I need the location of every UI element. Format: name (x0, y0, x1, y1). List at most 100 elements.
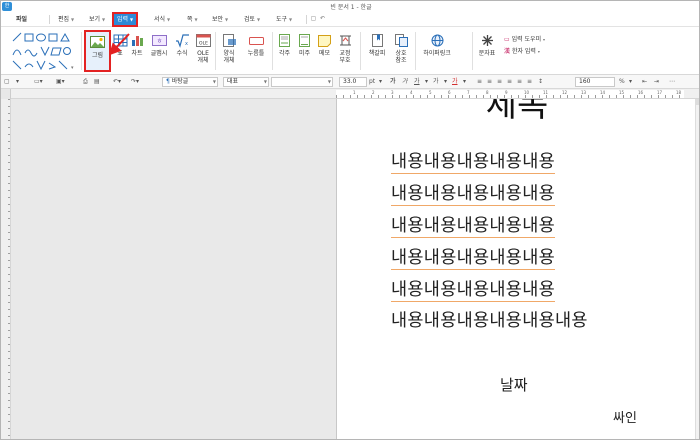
insert-table-button[interactable]: 표 (112, 30, 128, 72)
ruler-number: 9 (505, 90, 508, 95)
triangle-shape-icon (60, 32, 70, 42)
field-icon (248, 33, 264, 48)
align-right-icon[interactable]: ≡ (497, 77, 502, 87)
underline-button[interactable]: 가 (414, 77, 420, 87)
line-spacing-stepper-icon[interactable]: ▾ (629, 77, 632, 87)
ruler-number: 7 (467, 90, 470, 95)
menu-page[interactable]: 쪽 ▼ (187, 14, 198, 25)
save-icon[interactable]: ▣▾ (56, 77, 65, 87)
align-center-icon[interactable]: ≡ (487, 77, 492, 87)
underline-dropdown-icon[interactable]: ▾ (425, 77, 428, 87)
bold-button[interactable]: 가 (390, 77, 396, 87)
chevron-down-icon: ▼ (327, 79, 331, 84)
ruler-page-area[interactable] (336, 90, 684, 98)
size-stepper-icon[interactable]: ▾ (379, 77, 382, 87)
document-line[interactable]: 내용내용내용내용내용 (391, 183, 555, 206)
new-doc-icon[interactable]: ▢ (310, 15, 317, 22)
menu-insert[interactable]: 입력 ▼ (111, 12, 139, 27)
vertical-ruler[interactable] (1, 99, 11, 439)
vertical-scrollbar[interactable] (695, 99, 699, 439)
insert-bookmark-button[interactable]: 책갈피 (365, 30, 389, 72)
align-divide-icon[interactable]: ≡ (527, 77, 532, 87)
new-dropdown-icon[interactable]: ▾ (16, 77, 19, 87)
horizontal-ruler[interactable]: 1 2 3 4 5 6 7 8 9 10 11 12 13 14 15 16 17 18 (1, 89, 699, 99)
scroll-up-arrow-icon[interactable] (695, 99, 699, 105)
document-page[interactable]: 제목 내용내용내용내용내용 내용내용내용내용내용 내용내용내용내용내용 내용내용… (336, 99, 696, 439)
insert-picture-button[interactable]: 그림 (84, 30, 111, 72)
insert-character-table-button[interactable]: 문자표 (475, 30, 499, 72)
insert-chart-button[interactable]: 차트 (128, 30, 146, 72)
document-line[interactable]: 내용내용내용내용내용 (391, 279, 555, 302)
document-signature[interactable]: 싸인 (613, 407, 637, 426)
table-icon (113, 33, 128, 48)
hanja-input-button[interactable]: 漢 한자 입력 ▾ (504, 47, 540, 56)
document-title[interactable]: 제목 (337, 99, 695, 125)
menu-format[interactable]: 서식 ▼ (154, 14, 170, 25)
font-color-dropdown-icon[interactable]: ▾ (463, 77, 466, 87)
menu-edit[interactable]: 편집 ▼ (58, 14, 74, 25)
italic-button[interactable]: 가 (402, 77, 408, 87)
insert-wordart-button[interactable]: ㅎ 글맵시 (147, 30, 171, 72)
font-select[interactable]: 대표 ▼ (223, 77, 269, 87)
align-distribute-icon[interactable]: ≡ (517, 77, 522, 87)
insert-footnote-button[interactable]: 각주 (275, 30, 294, 72)
undo-icon[interactable]: ↶ (319, 15, 326, 22)
document-line[interactable]: 내용내용내용내용내용 (391, 151, 555, 174)
indent-increase-icon[interactable]: ⇥ (654, 77, 659, 87)
document-line[interactable]: 내용내용내용내용내용내용 (391, 310, 588, 332)
line-spacing-icon[interactable]: ↕ (538, 77, 543, 87)
shapes-gallery[interactable]: ▾ (11, 31, 77, 71)
line-spacing-input[interactable]: 160 (575, 77, 615, 87)
size-unit-label[interactable]: pt (369, 77, 375, 87)
input-helper-button[interactable]: ▭ 입력 도우미 ▾ (504, 35, 545, 44)
insert-form-button[interactable]: 양식 개체 (219, 30, 239, 72)
rectangle-shape-icon (24, 33, 34, 42)
document-date[interactable]: 날짜 (500, 374, 528, 395)
strike-dropdown-icon[interactable]: ▾ (444, 77, 447, 87)
insert-crossref-button[interactable]: 상호 참조 (391, 30, 411, 72)
menu-review[interactable]: 검토 ▼ (244, 14, 260, 25)
undo-icon[interactable]: ↶▾ (113, 77, 121, 87)
input-helper-icon: ▭ (504, 36, 510, 43)
insert-correction-button[interactable]: 교정 부호 (335, 30, 355, 72)
paragraph-settings-icon[interactable]: ⋯ (669, 77, 675, 87)
insert-field-button[interactable]: 누름틀 (243, 30, 269, 72)
endnote-icon (297, 33, 312, 48)
bookmark-icon (370, 33, 385, 48)
ruler-number: 13 (581, 90, 587, 95)
ruler-number: 1 (353, 90, 356, 95)
insert-memo-button[interactable]: 메모 (315, 30, 334, 72)
insert-ole-button[interactable]: OLE OLE 개체 (194, 30, 212, 72)
print-icon[interactable]: ⎙ (83, 77, 88, 87)
insert-hyperlink-button[interactable]: 하이퍼링크 (419, 30, 455, 72)
document-workspace[interactable]: 제목 내용내용내용내용내용 내용내용내용내용내용 내용내용내용내용내용 내용내용… (11, 99, 699, 439)
svg-text:OLE: OLE (199, 41, 208, 47)
insert-endnote-button[interactable]: 미주 (295, 30, 314, 72)
align-justify-icon[interactable]: ≡ (507, 77, 512, 87)
document-line[interactable]: 내용내용내용내용내용 (391, 247, 555, 270)
font-name-select[interactable]: ▼ (271, 77, 333, 87)
open-folder-icon[interactable]: ▭▾ (34, 77, 43, 87)
indent-decrease-icon[interactable]: ⇤ (642, 77, 647, 87)
align-left-icon[interactable]: ≡ (477, 77, 482, 87)
preview-icon[interactable]: ▤ (94, 77, 100, 87)
style-select[interactable]: ¶ 바탕글 ▼ (162, 77, 218, 87)
menu-security[interactable]: 보안 ▼ (212, 14, 228, 25)
redo-icon[interactable]: ↷▾ (131, 77, 139, 87)
insert-equation-button[interactable]: x 수식 (172, 30, 192, 72)
font-size-input[interactable]: 33.0 (339, 77, 367, 87)
ruler-number: 4 (410, 90, 413, 95)
ellipse-shape-icon (36, 33, 46, 42)
chevron-down-icon: ▼ (289, 17, 293, 22)
ruler-number: 6 (448, 90, 451, 95)
menu-separator (49, 15, 50, 24)
polyline-shape-icon (40, 46, 50, 57)
new-document-icon[interactable]: ▢ (4, 77, 10, 87)
menu-file[interactable]: 파일 (16, 14, 27, 25)
document-line[interactable]: 내용내용내용내용내용 (391, 215, 555, 238)
strikethrough-button[interactable]: 가 (433, 77, 439, 87)
font-color-button[interactable]: 가 (452, 77, 458, 87)
menu-view[interactable]: 보기 ▼ (89, 14, 105, 25)
menu-tools[interactable]: 도구 ▼ (276, 14, 292, 25)
menu-bar: 파일 편집 ▼ 보기 ▼ 입력 ▼ 서식 ▼ 쪽 ▼ 보안 ▼ 검토 ▼ 도구 ▼ ▢ ↶ (1, 12, 699, 27)
